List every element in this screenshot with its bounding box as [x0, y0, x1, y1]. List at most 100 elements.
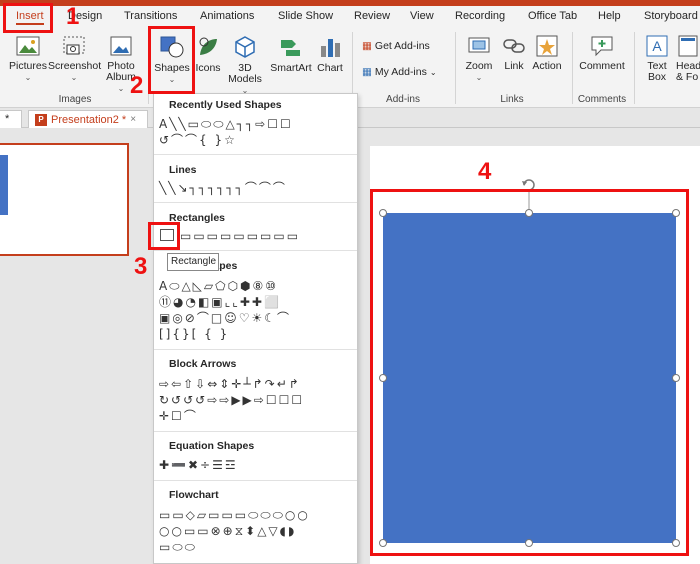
tab-recording[interactable]: Recording	[455, 10, 505, 22]
tab-office-tab[interactable]: Office Tab	[528, 10, 577, 22]
ribbon-separator	[572, 32, 573, 104]
basic-shapes-row-2[interactable]: ⑪◕◔◧▣⌞⌞✚✚⬜	[159, 294, 281, 310]
group-comments-label: Comments	[577, 94, 627, 105]
icons-icon	[199, 37, 217, 55]
close-icon[interactable]: ×	[130, 114, 136, 125]
section-block-arrows: Block Arrows	[169, 358, 237, 370]
icons-button[interactable]: Icons	[192, 34, 224, 74]
smartart-label: SmartArt	[270, 62, 312, 74]
link-label: Link	[504, 60, 524, 72]
tab-view[interactable]: View	[410, 10, 434, 22]
text-box-label: Text Box	[647, 60, 667, 83]
menu-divider	[154, 431, 357, 432]
section-flowchart: Flowchart	[169, 489, 219, 501]
comment-icon	[591, 36, 613, 57]
doc-tab-first[interactable]: *	[0, 110, 22, 128]
block-arrows-row-1[interactable]: ⇨⇦⇧⇩⇔⇕✛┴↱↷↵↱	[159, 376, 301, 392]
screenshot-icon	[63, 36, 85, 55]
zoom-button[interactable]: Zoom ⌄	[462, 34, 496, 83]
chart-label: Chart	[317, 62, 343, 74]
group-links-label: Links	[500, 94, 524, 105]
smartart-button[interactable]: SmartArt	[268, 34, 314, 74]
doc-tab-label: Presentation2 *	[51, 113, 127, 126]
shapes-dropdown-menu: Recently Used Shapes A╲╲▭⬭⬭△┐┐⇨☐☐ ↺⌒⌒{ }…	[153, 93, 358, 564]
ribbon-tab-bar: Insert Design Transitions Animations Sli…	[0, 6, 700, 28]
store-icon: ▦	[362, 40, 372, 52]
header-footer-label: Head & Fo	[676, 60, 700, 83]
tab-review[interactable]: Review	[354, 10, 390, 22]
tab-slide-show[interactable]: Slide Show	[278, 10, 333, 22]
chart-button[interactable]: Chart	[315, 34, 345, 74]
ribbon-separator	[455, 32, 456, 104]
equation-shapes-row[interactable]: ✚➖✖÷☰☲	[159, 457, 238, 473]
my-addins-button[interactable]: ▦ My Add-ins ⌄	[362, 66, 437, 78]
zoom-label: Zoom	[465, 60, 493, 72]
comment-button[interactable]: Comment	[578, 34, 626, 72]
lines-row[interactable]: ╲╲↘┐┐┐┐┐┐⌒⌒⌒	[159, 180, 287, 196]
chevron-down-icon: ⌄	[475, 73, 483, 82]
flowchart-row-1[interactable]: ▭▭◇▱▭▭▭⬭⬭⬭○○	[159, 507, 310, 523]
recent-shapes-row-2[interactable]: ↺⌒⌒{ }☆	[159, 132, 237, 148]
pictures-button[interactable]: Pictures ⌄	[8, 34, 48, 83]
group-addins-label: Add-ins	[386, 94, 420, 105]
tab-transitions[interactable]: Transitions	[124, 10, 177, 22]
flowchart-row-3[interactable]: ▭⬭⬭	[159, 539, 197, 555]
slide-thumbnail[interactable]	[0, 143, 129, 256]
text-box-icon: A	[646, 35, 668, 57]
tab-help[interactable]: Help	[598, 10, 621, 22]
powerpoint-icon: P	[35, 113, 47, 126]
block-arrows-row-2[interactable]: ↻↺↺↺⇨⇨▶▶⇨☐☐☐	[159, 392, 304, 408]
svg-text:A: A	[652, 38, 662, 54]
annotation-box-rectangle-option	[148, 222, 180, 250]
rectangles-row[interactable]: ▭▭▭▭▭▭▭▭▭	[180, 228, 300, 244]
chevron-down-icon: ⌄	[70, 73, 78, 82]
menu-divider	[154, 154, 357, 155]
screenshot-button[interactable]: Screenshot ⌄	[48, 34, 102, 83]
text-box-button[interactable]: A Text Box	[640, 34, 674, 83]
menu-divider	[154, 480, 357, 481]
doc-tab-presentation2[interactable]: P Presentation2 * ×	[28, 110, 148, 128]
link-button[interactable]: Link	[500, 34, 528, 72]
photo-album-icon	[110, 36, 132, 56]
thumbnail-shape	[0, 155, 8, 215]
chart-icon	[321, 39, 340, 57]
action-star-icon	[536, 35, 558, 57]
basic-shapes-row-4[interactable]: []{}[ { }	[159, 326, 229, 342]
3d-models-button[interactable]: 3D Models ⌄	[226, 34, 264, 96]
chevron-down-icon: ⌄	[24, 73, 32, 82]
annotation-box-shapes-button	[148, 26, 195, 94]
header-footer-icon	[678, 35, 698, 57]
menu-divider	[154, 250, 357, 251]
section-lines: Lines	[169, 164, 197, 176]
zoom-icon	[468, 37, 490, 53]
pictures-icon	[16, 36, 40, 56]
menu-divider	[154, 202, 357, 203]
annotation-box-drawn-rectangle	[370, 189, 689, 556]
recent-shapes-row[interactable]: A╲╲▭⬭⬭△┐┐⇨☐☐	[159, 116, 293, 132]
cube-icon	[235, 36, 255, 58]
pictures-label: Pictures	[9, 60, 47, 72]
basic-shapes-row-3[interactable]: ▣◎⊘⌒□☺♡☀☾⌒	[159, 310, 291, 326]
addins-icon: ▦	[362, 66, 372, 78]
action-label: Action	[532, 60, 562, 72]
flowchart-row-2[interactable]: ○○▭▭⊗⊕⧖⬍△▽◖◗	[159, 523, 296, 539]
annotation-number-3: 3	[134, 253, 148, 280]
annotation-box-insert-tab	[3, 3, 53, 33]
annotation-number-2: 2	[130, 72, 144, 99]
header-footer-button[interactable]: Head & Fo	[676, 34, 700, 83]
tab-storyboard[interactable]: Storyboard	[644, 10, 698, 22]
ribbon-separator	[634, 32, 635, 104]
link-icon	[503, 39, 525, 53]
icons-label: Icons	[195, 62, 221, 74]
get-addins-label: Get Add-ins	[374, 40, 430, 52]
get-addins-button[interactable]: ▦ Get Add-ins	[362, 40, 430, 52]
tab-animations[interactable]: Animations	[200, 10, 254, 22]
annotation-number-4: 4	[478, 158, 492, 185]
group-images-label: Images	[58, 94, 92, 105]
basic-shapes-row-1[interactable]: A⬭△◺▱⬠⬡⬢⑧⑩	[159, 278, 278, 294]
block-arrows-row-3[interactable]: ✛☐⌒	[159, 408, 198, 424]
section-equation-shapes: Equation Shapes	[169, 440, 255, 452]
action-button[interactable]: Action	[530, 34, 564, 72]
screenshot-label: Screenshot	[48, 60, 102, 72]
3d-models-label: 3D Models	[228, 62, 262, 85]
